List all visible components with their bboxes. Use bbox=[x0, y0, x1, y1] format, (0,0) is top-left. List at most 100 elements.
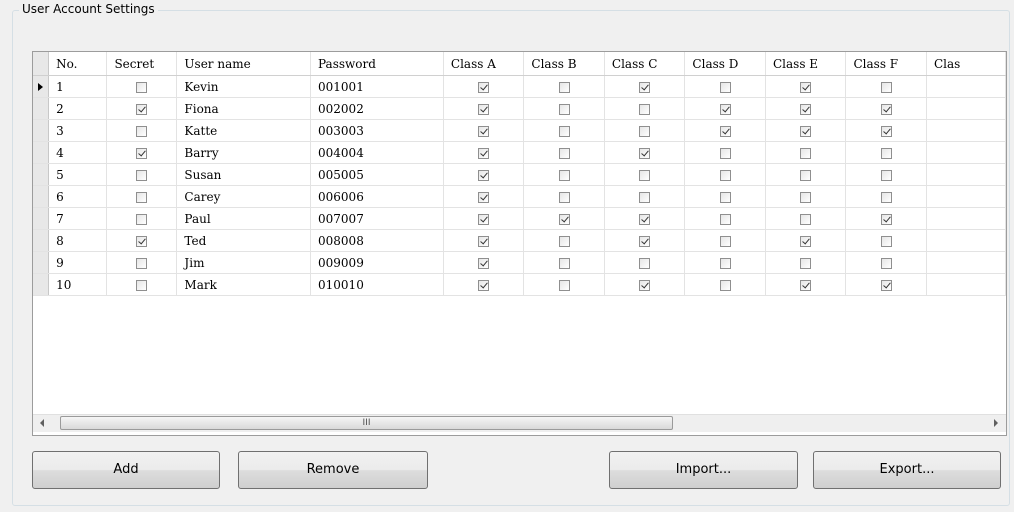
table-row[interactable]: 9 Jim 009009 bbox=[33, 251, 1006, 274]
column-header-class-c[interactable]: Class C bbox=[604, 52, 686, 76]
class-b-checkbox[interactable] bbox=[558, 103, 570, 115]
class-e-checkbox[interactable] bbox=[800, 191, 812, 203]
class-a-checkbox[interactable] bbox=[478, 213, 490, 225]
password-cell[interactable]: 006006 bbox=[310, 185, 444, 208]
row-header[interactable] bbox=[33, 251, 50, 274]
class-a-checkbox[interactable] bbox=[478, 191, 490, 203]
scroll-right-arrow-icon[interactable] bbox=[994, 419, 998, 427]
class-e-checkbox[interactable] bbox=[800, 213, 812, 225]
secret-checkbox[interactable] bbox=[136, 147, 148, 159]
class-d-checkbox[interactable] bbox=[719, 125, 731, 137]
class-a-checkbox[interactable] bbox=[478, 125, 490, 137]
no-cell[interactable]: 3 bbox=[48, 119, 108, 142]
table-row[interactable]: 2 Fiona 002002 bbox=[33, 97, 1006, 120]
class-a-checkbox[interactable] bbox=[478, 169, 490, 181]
class-e-checkbox[interactable] bbox=[800, 235, 812, 247]
no-cell[interactable]: 10 bbox=[48, 273, 108, 296]
no-cell[interactable]: 5 bbox=[48, 163, 108, 186]
class-a-checkbox[interactable] bbox=[478, 147, 490, 159]
username-cell[interactable]: Ted bbox=[176, 229, 312, 252]
class-e-checkbox[interactable] bbox=[800, 147, 812, 159]
class-b-checkbox[interactable] bbox=[558, 81, 570, 93]
username-cell[interactable]: Katte bbox=[176, 119, 312, 142]
username-cell[interactable]: Jim bbox=[176, 251, 312, 274]
class-d-checkbox[interactable] bbox=[719, 235, 731, 247]
class-b-checkbox[interactable] bbox=[558, 279, 570, 291]
no-cell[interactable]: 1 bbox=[48, 75, 108, 98]
class-b-checkbox[interactable] bbox=[558, 125, 570, 137]
no-cell[interactable]: 2 bbox=[48, 97, 108, 120]
password-cell[interactable]: 007007 bbox=[310, 207, 444, 230]
class-c-checkbox[interactable] bbox=[639, 147, 651, 159]
class-b-checkbox[interactable] bbox=[558, 147, 570, 159]
class-c-checkbox[interactable] bbox=[639, 125, 651, 137]
no-cell[interactable]: 6 bbox=[48, 185, 108, 208]
column-header-class-d[interactable]: Class D bbox=[684, 52, 766, 76]
class-a-checkbox[interactable] bbox=[478, 235, 490, 247]
username-cell[interactable]: Carey bbox=[176, 185, 312, 208]
class-c-checkbox[interactable] bbox=[639, 213, 651, 225]
column-header-class-f[interactable]: Class F bbox=[845, 52, 927, 76]
scroll-left-arrow-icon[interactable] bbox=[40, 419, 44, 427]
class-f-checkbox[interactable] bbox=[880, 213, 892, 225]
column-header-user-name[interactable]: User name bbox=[176, 52, 312, 76]
class-f-checkbox[interactable] bbox=[880, 235, 892, 247]
class-e-checkbox[interactable] bbox=[800, 279, 812, 291]
password-cell[interactable]: 002002 bbox=[310, 97, 444, 120]
class-a-checkbox[interactable] bbox=[478, 103, 490, 115]
class-c-checkbox[interactable] bbox=[639, 169, 651, 181]
table-row[interactable]: 7 Paul 007007 bbox=[33, 207, 1006, 230]
username-cell[interactable]: Fiona bbox=[176, 97, 312, 120]
class-d-checkbox[interactable] bbox=[719, 257, 731, 269]
class-f-checkbox[interactable] bbox=[880, 103, 892, 115]
export-button[interactable]: Export... bbox=[813, 451, 1001, 489]
password-cell[interactable]: 003003 bbox=[310, 119, 444, 142]
secret-checkbox[interactable] bbox=[136, 191, 148, 203]
table-row[interactable]: 5 Susan 005005 bbox=[33, 163, 1006, 186]
password-cell[interactable]: 010010 bbox=[310, 273, 444, 296]
class-d-checkbox[interactable] bbox=[719, 279, 731, 291]
class-e-checkbox[interactable] bbox=[800, 81, 812, 93]
class-a-checkbox[interactable] bbox=[478, 81, 490, 93]
table-row[interactable]: 3 Katte 003003 bbox=[33, 119, 1006, 142]
secret-checkbox[interactable] bbox=[136, 169, 148, 181]
import-button[interactable]: Import... bbox=[609, 451, 798, 489]
class-a-checkbox[interactable] bbox=[478, 279, 490, 291]
row-header[interactable] bbox=[33, 141, 50, 164]
row-header[interactable] bbox=[33, 229, 50, 252]
class-c-checkbox[interactable] bbox=[639, 191, 651, 203]
table-row[interactable]: 1 Kevin 001001 bbox=[33, 75, 1006, 98]
table-row[interactable]: 10 Mark 010010 bbox=[33, 273, 1006, 296]
no-cell[interactable]: 4 bbox=[48, 141, 108, 164]
class-b-checkbox[interactable] bbox=[558, 235, 570, 247]
class-e-checkbox[interactable] bbox=[800, 103, 812, 115]
row-header[interactable] bbox=[33, 273, 50, 296]
class-d-checkbox[interactable] bbox=[719, 213, 731, 225]
class-d-checkbox[interactable] bbox=[719, 191, 731, 203]
column-header-class-e[interactable]: Class E bbox=[765, 52, 847, 76]
username-cell[interactable]: Paul bbox=[176, 207, 312, 230]
class-d-checkbox[interactable] bbox=[719, 147, 731, 159]
class-b-checkbox[interactable] bbox=[558, 213, 570, 225]
class-f-checkbox[interactable] bbox=[880, 191, 892, 203]
row-header[interactable] bbox=[33, 119, 50, 142]
horizontal-scrollbar[interactable]: III bbox=[33, 414, 1006, 432]
add-button[interactable]: Add bbox=[32, 451, 220, 489]
column-header-password[interactable]: Password bbox=[310, 52, 444, 76]
column-header-class-b[interactable]: Class B bbox=[523, 52, 605, 76]
secret-checkbox[interactable] bbox=[136, 279, 148, 291]
class-f-checkbox[interactable] bbox=[880, 147, 892, 159]
class-f-checkbox[interactable] bbox=[880, 125, 892, 137]
class-c-checkbox[interactable] bbox=[639, 235, 651, 247]
class-c-checkbox[interactable] bbox=[639, 81, 651, 93]
username-cell[interactable]: Susan bbox=[176, 163, 312, 186]
no-cell[interactable]: 8 bbox=[48, 229, 108, 252]
class-e-checkbox[interactable] bbox=[800, 169, 812, 181]
table-row[interactable]: 4 Barry 004004 bbox=[33, 141, 1006, 164]
password-cell[interactable]: 008008 bbox=[310, 229, 444, 252]
column-header-class-a[interactable]: Class A bbox=[443, 52, 525, 76]
row-header[interactable] bbox=[33, 207, 50, 230]
class-f-checkbox[interactable] bbox=[880, 81, 892, 93]
class-e-checkbox[interactable] bbox=[800, 257, 812, 269]
row-header[interactable] bbox=[33, 97, 50, 120]
